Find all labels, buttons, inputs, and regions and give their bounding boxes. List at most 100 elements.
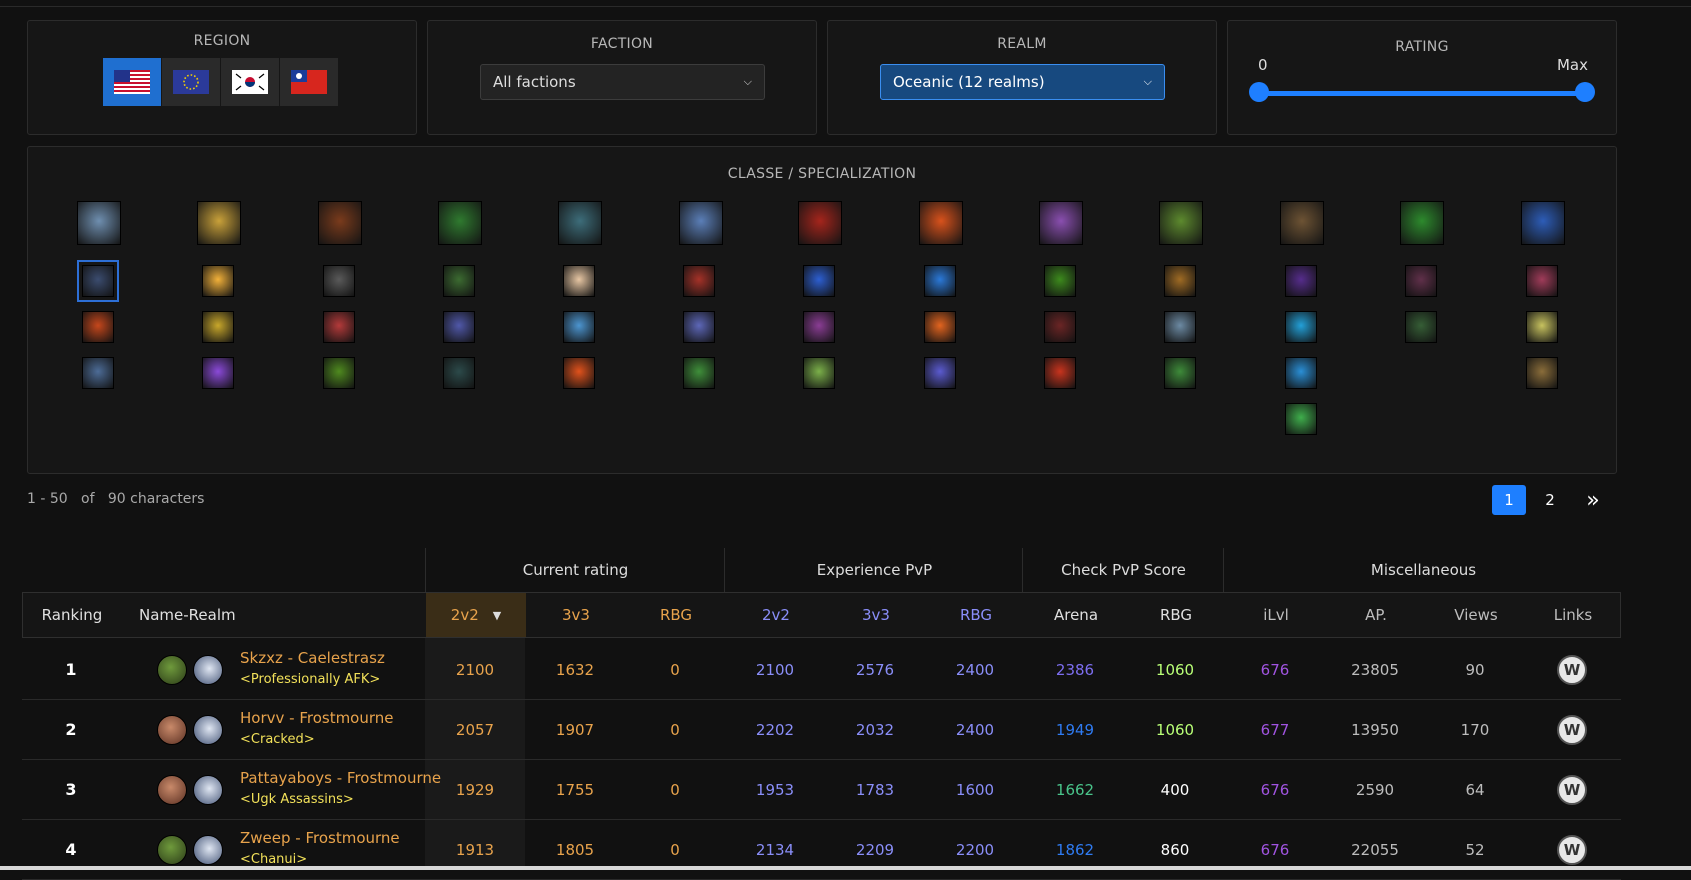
spec-icon[interactable] bbox=[683, 357, 715, 389]
spec-icon[interactable] bbox=[1044, 357, 1076, 389]
rogue-icon[interactable] bbox=[438, 201, 482, 245]
race-avatar-icon bbox=[157, 655, 187, 685]
header-current-2v2-label: 2v2 bbox=[450, 606, 479, 624]
spec-icon[interactable] bbox=[443, 311, 475, 343]
exp-rbg-cell: 2400 bbox=[955, 660, 995, 679]
header-exp-2v2[interactable]: 2v2 bbox=[726, 593, 826, 637]
spec-icon[interactable] bbox=[1164, 357, 1196, 389]
spec-icon[interactable] bbox=[803, 311, 835, 343]
region-filter-panel: REGION bbox=[27, 20, 417, 135]
spec-icon[interactable] bbox=[443, 357, 475, 389]
spec-icon[interactable] bbox=[1285, 265, 1317, 297]
hunter-icon[interactable] bbox=[318, 201, 362, 245]
spec-icon[interactable] bbox=[1044, 265, 1076, 297]
spec-icon[interactable] bbox=[202, 311, 234, 343]
header-views[interactable]: Views bbox=[1426, 593, 1526, 637]
table-row: 3 1929 1755 0 1953 1783 1600 1662 400 676 2590 64 Pa… bbox=[22, 760, 1621, 820]
rank-cell: 1 bbox=[65, 660, 77, 679]
rating-title: RATING bbox=[1395, 39, 1449, 55]
header-ap[interactable]: AP. bbox=[1326, 593, 1426, 637]
spec-icon[interactable] bbox=[1526, 265, 1558, 297]
spec-icon[interactable] bbox=[563, 357, 595, 389]
faction-select[interactable]: All factions ⌵ bbox=[480, 64, 765, 100]
exp-2v2-cell: 1953 bbox=[755, 780, 795, 799]
armory-link-icon[interactable]: W bbox=[1557, 774, 1587, 805]
spec-icon[interactable] bbox=[803, 265, 835, 297]
header-ranking[interactable]: Ranking bbox=[23, 593, 121, 637]
demon-hunter-icon[interactable] bbox=[1400, 201, 1444, 245]
page-1-button[interactable]: 1 bbox=[1492, 485, 1526, 515]
spec-icon[interactable] bbox=[1405, 265, 1437, 297]
rating-min-handle[interactable] bbox=[1249, 82, 1269, 102]
header-current-3v3[interactable]: 3v3 bbox=[526, 593, 626, 637]
flag-eu-button[interactable] bbox=[162, 58, 220, 106]
flag-kr-button[interactable] bbox=[221, 58, 279, 106]
spec-icon[interactable] bbox=[1164, 265, 1196, 297]
monk-icon[interactable] bbox=[1159, 201, 1203, 245]
spec-icon[interactable] bbox=[323, 311, 355, 343]
ap-cell: 22055 bbox=[1351, 840, 1399, 859]
rating-max-handle[interactable] bbox=[1575, 82, 1595, 102]
armory-link-icon[interactable]: W bbox=[1557, 834, 1587, 865]
spec-icon[interactable] bbox=[202, 357, 234, 389]
spec-icon[interactable] bbox=[924, 357, 956, 389]
spec-icon[interactable] bbox=[1285, 403, 1317, 435]
score-arena-cell: 1949 bbox=[1055, 720, 1095, 739]
evoker-icon[interactable] bbox=[1521, 201, 1565, 245]
spec-icon[interactable] bbox=[563, 311, 595, 343]
paladin-icon[interactable] bbox=[197, 201, 241, 245]
header-score-arena[interactable]: Arena bbox=[1026, 593, 1126, 637]
character-name-link[interactable]: Horvv - Frostmourne bbox=[240, 709, 394, 727]
character-name-link[interactable]: Skzxz - Caelestrasz bbox=[240, 649, 385, 667]
spec-icon[interactable] bbox=[803, 357, 835, 389]
spec-icon[interactable] bbox=[1526, 357, 1558, 389]
spec-icon[interactable] bbox=[1044, 311, 1076, 343]
header-score-rbg[interactable]: RBG bbox=[1126, 593, 1226, 637]
spec-icon[interactable] bbox=[202, 265, 234, 297]
armory-link-icon[interactable]: W bbox=[1557, 714, 1587, 745]
score-rbg-cell: 860 bbox=[1160, 840, 1190, 859]
character-name-link[interactable]: Pattayaboys - Frostmourne bbox=[240, 769, 441, 787]
rating-slider-track[interactable] bbox=[1258, 91, 1586, 96]
header-current-rbg[interactable]: RBG bbox=[626, 593, 726, 637]
spec-icon[interactable] bbox=[82, 311, 114, 343]
warrior-icon[interactable] bbox=[77, 201, 121, 245]
druid-icon[interactable] bbox=[1280, 201, 1324, 245]
character-name-link[interactable]: Zweep - Frostmourne bbox=[240, 829, 400, 847]
spec-icon[interactable] bbox=[683, 311, 715, 343]
spec-icon[interactable] bbox=[563, 265, 595, 297]
header-current-2v2[interactable]: 2v2 ▼ bbox=[426, 593, 526, 637]
death-knight-icon[interactable] bbox=[679, 201, 723, 245]
spec-icon[interactable] bbox=[924, 311, 956, 343]
flag-tw-button[interactable] bbox=[280, 58, 338, 106]
spec-icon[interactable] bbox=[1164, 311, 1196, 343]
header-name-realm[interactable]: Name-Realm bbox=[139, 593, 236, 637]
spec-icon[interactable] bbox=[323, 265, 355, 297]
spec-icon[interactable] bbox=[924, 265, 956, 297]
priest-icon[interactable] bbox=[558, 201, 602, 245]
spec-icon[interactable] bbox=[323, 357, 355, 389]
header-exp-3v3[interactable]: 3v3 bbox=[826, 593, 926, 637]
header-exp-rbg[interactable]: RBG bbox=[926, 593, 1026, 637]
group-current-rating: Current rating bbox=[425, 548, 725, 592]
spec-icon[interactable] bbox=[443, 265, 475, 297]
armory-link-icon[interactable]: W bbox=[1557, 654, 1587, 685]
class-specialization-title: CLASSE / SPECIALIZATION bbox=[727, 166, 917, 182]
spec-icon[interactable] bbox=[1526, 311, 1558, 343]
header-ilvl[interactable]: iLvl bbox=[1226, 593, 1326, 637]
realm-select[interactable]: Oceanic (12 realms) ⌵ bbox=[880, 64, 1165, 100]
spec-icon[interactable] bbox=[1285, 311, 1317, 343]
spec-icon[interactable] bbox=[77, 260, 119, 302]
warlock-icon[interactable] bbox=[1039, 201, 1083, 245]
next-page-button[interactable]: » bbox=[1576, 485, 1610, 515]
flag-us-button[interactable] bbox=[103, 58, 161, 106]
spec-icon[interactable] bbox=[1285, 357, 1317, 389]
page-2-button[interactable]: 2 bbox=[1533, 485, 1567, 515]
spec-icon[interactable] bbox=[683, 265, 715, 297]
mage-icon[interactable] bbox=[919, 201, 963, 245]
spec-icon[interactable] bbox=[1405, 311, 1437, 343]
shaman-icon[interactable] bbox=[798, 201, 842, 245]
spec-icon[interactable] bbox=[82, 357, 114, 389]
race-avatar-icon bbox=[157, 835, 187, 865]
ap-cell: 23805 bbox=[1351, 660, 1399, 679]
